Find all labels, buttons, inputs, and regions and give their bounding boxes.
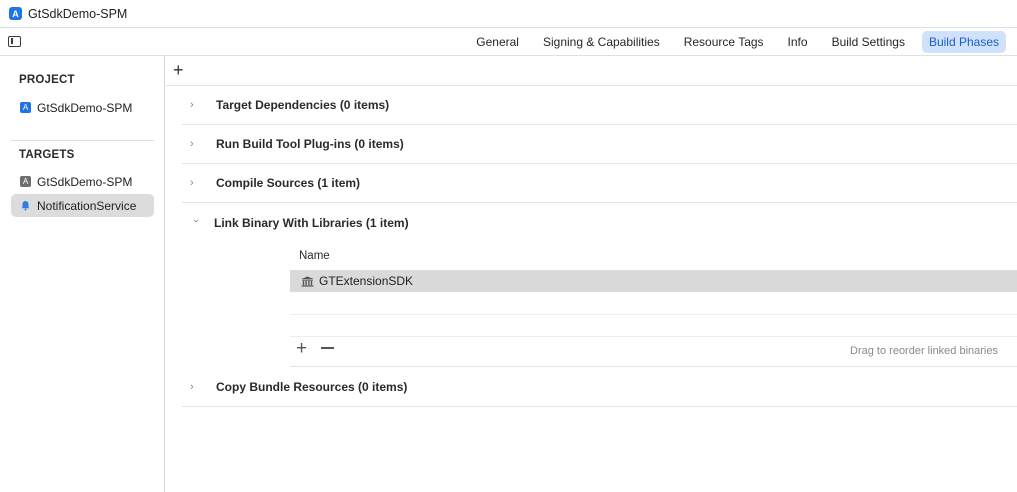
sidebar-toggle-icon[interactable]: [8, 36, 21, 47]
library-name: GTExtensionSDK: [319, 274, 414, 288]
tab-info[interactable]: Info: [781, 31, 815, 53]
tab-list: General Signing & Capabilities Resource …: [461, 31, 1006, 53]
phase-title: Run Build Tool Plug-ins (0 items): [216, 137, 404, 151]
phase-link-binary-with-libraries[interactable]: › Link Binary With Libraries (1 item): [182, 203, 1017, 242]
phase-title: Compile Sources (1 item): [216, 176, 361, 190]
editor-tabbar: General Signing & Capabilities Resource …: [0, 28, 1017, 56]
app-target-icon: A: [20, 176, 31, 187]
drag-hint: Drag to reorder linked binaries: [850, 345, 998, 357]
table-row-divider: [290, 336, 1017, 337]
xcode-project-icon: A: [20, 102, 31, 113]
column-header-name[interactable]: Name: [299, 250, 330, 262]
sidebar-item-target-notification[interactable]: NotificationService: [11, 194, 154, 217]
add-build-phase-button[interactable]: +: [173, 60, 184, 80]
phase-compile-sources[interactable]: › Compile Sources (1 item): [182, 164, 1017, 203]
phase-title: Target Dependencies (0 items): [216, 98, 390, 112]
sidebar-item-label: GtSdkDemo-SPM: [37, 174, 133, 189]
tab-resource-tags[interactable]: Resource Tags: [677, 31, 771, 53]
tab-general[interactable]: General: [469, 31, 526, 53]
phase-target-dependencies[interactable]: › Target Dependencies (0 items): [182, 86, 1017, 125]
phase-run-build-tool-plugins[interactable]: › Run Build Tool Plug-ins (0 items): [182, 125, 1017, 164]
tab-build-settings[interactable]: Build Settings: [825, 31, 912, 53]
sidebar-divider: [11, 140, 154, 141]
sidebar-item-label: GtSdkDemo-SPM: [37, 100, 133, 115]
libraries-footer: + Drag to reorder linked binaries: [290, 338, 1017, 366]
chevron-right-icon[interactable]: ›: [190, 99, 202, 111]
phase-copy-bundle-resources[interactable]: › Copy Bundle Resources (0 items): [182, 368, 1017, 407]
phase-title: Link Binary With Libraries (1 item): [214, 215, 409, 230]
sidebar-item-target-app[interactable]: A GtSdkDemo-SPM: [11, 170, 154, 193]
phase-title: Copy Bundle Resources (0 items): [216, 380, 408, 394]
chevron-right-icon[interactable]: ›: [190, 177, 202, 189]
project-sidebar: PROJECT A GtSdkDemo-SPM TARGETS A GtSdkD…: [0, 56, 165, 492]
window-title: GtSdkDemo-SPM: [28, 6, 128, 21]
targets-heading: TARGETS: [19, 149, 75, 161]
tab-build-phases[interactable]: Build Phases: [921, 31, 1006, 53]
chevron-right-icon[interactable]: ›: [190, 138, 202, 150]
project-heading: PROJECT: [19, 74, 75, 86]
notification-bell-icon: [20, 200, 31, 211]
table-row-divider: [290, 314, 1017, 315]
add-library-button[interactable]: +: [296, 338, 307, 360]
library-building-icon: [301, 276, 314, 287]
table-row[interactable]: GTExtensionSDK: [290, 270, 1017, 292]
tab-signing-capabilities[interactable]: Signing & Capabilities: [536, 31, 667, 53]
sidebar-item-project[interactable]: A GtSdkDemo-SPM: [11, 96, 154, 119]
table-bottom-divider: [290, 366, 1017, 367]
build-phases-editor: + › Target Dependencies (0 items) › Run …: [166, 56, 1017, 492]
window-titlebar: A GtSdkDemo-SPM: [0, 0, 1017, 28]
remove-library-button[interactable]: [321, 347, 334, 349]
chevron-down-icon[interactable]: ›: [190, 219, 202, 227]
chevron-right-icon[interactable]: ›: [190, 381, 202, 393]
xcode-app-icon: A: [9, 7, 22, 20]
sidebar-item-label: NotificationService: [37, 198, 137, 213]
